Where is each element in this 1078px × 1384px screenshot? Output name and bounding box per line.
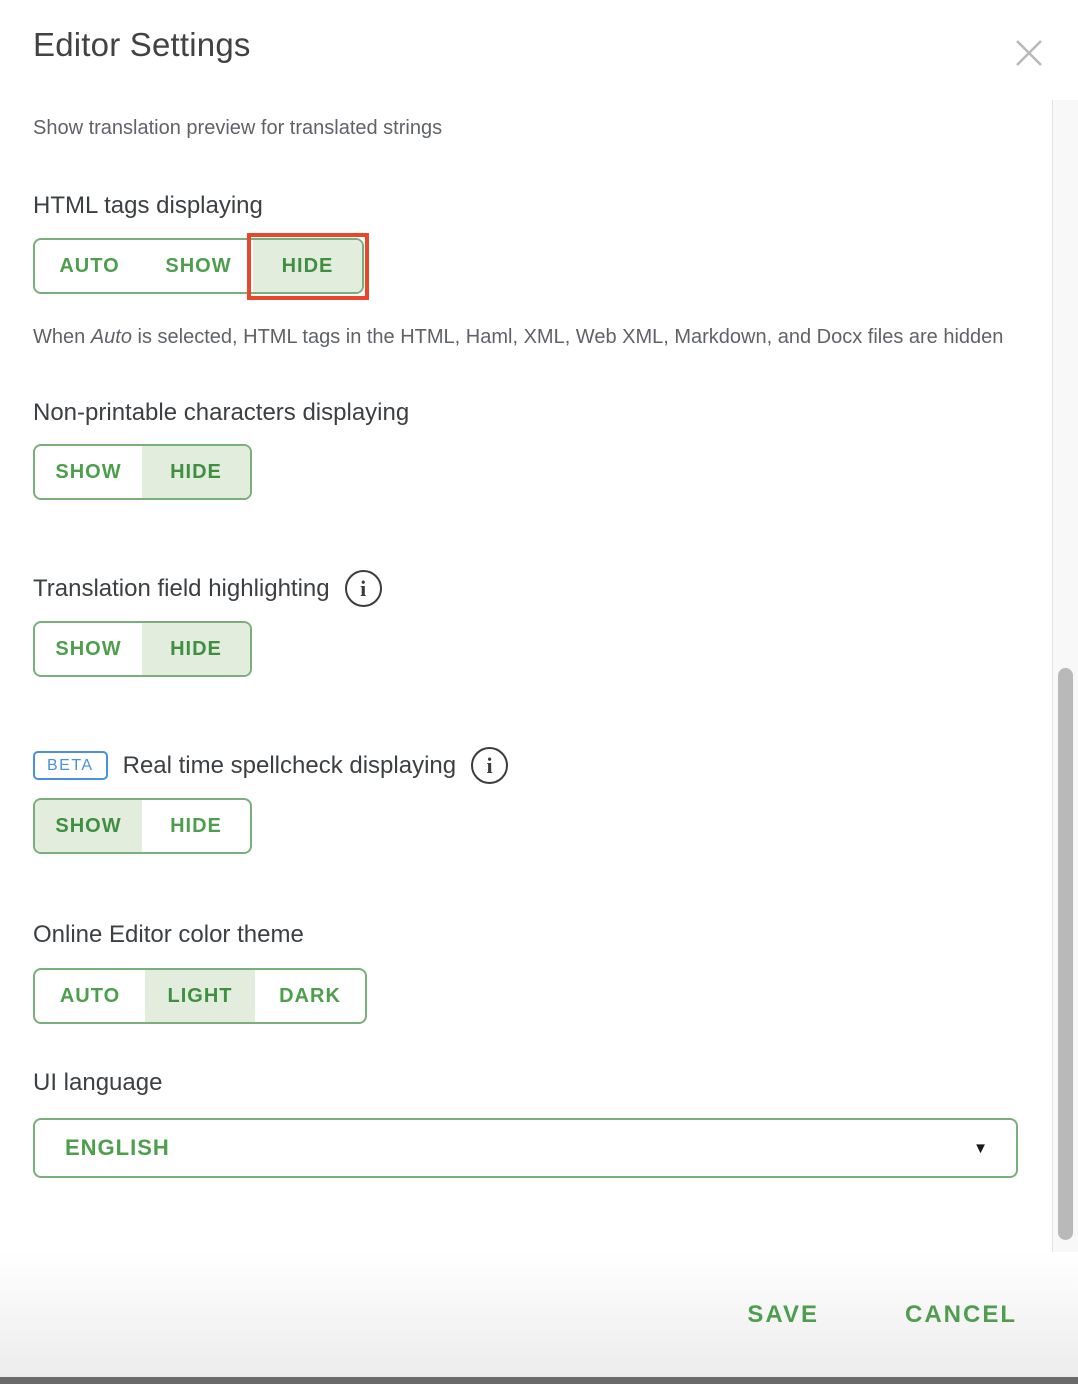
spellcheck-toggle: SHOW HIDE <box>33 798 252 854</box>
ui-language-value: ENGLISH <box>65 1135 170 1161</box>
field-highlighting-option-hide[interactable]: HIDE <box>142 623 250 675</box>
spellcheck-label: Real time spellcheck displaying <box>123 751 457 781</box>
translation-preview-text: Show translation preview for translated … <box>33 115 1012 141</box>
note-after: is selected, HTML tags in the HTML, Haml… <box>132 326 1003 348</box>
note-italic: Auto <box>91 326 132 348</box>
field-highlighting-row: Translation field highlighting i <box>33 570 1012 607</box>
html-tags-option-hide-label: HIDE <box>282 255 334 277</box>
non-printable-option-hide[interactable]: HIDE <box>142 446 250 498</box>
dialog-footer: SAVE CANCEL <box>0 1252 1078 1377</box>
color-theme-option-dark[interactable]: DARK <box>255 970 365 1022</box>
save-button[interactable]: SAVE <box>747 1301 819 1329</box>
color-theme-label: Online Editor color theme <box>33 920 1012 950</box>
html-tags-option-show[interactable]: SHOW <box>144 240 253 292</box>
non-printable-label: Non-printable characters displaying <box>33 398 1012 428</box>
non-printable-toggle: SHOW HIDE <box>33 444 252 500</box>
html-tags-note: When Auto is selected, HTML tags in the … <box>33 319 1012 355</box>
non-printable-option-show[interactable]: SHOW <box>35 446 142 498</box>
chevron-down-icon: ▼ <box>973 1141 988 1156</box>
close-button[interactable] <box>1010 34 1048 72</box>
dialog-scroll-area[interactable]: Show translation preview for translated … <box>0 100 1052 1252</box>
spellcheck-option-show[interactable]: SHOW <box>35 800 142 852</box>
dialog-header: Editor Settings <box>0 0 1078 100</box>
spellcheck-option-hide[interactable]: HIDE <box>142 800 250 852</box>
bottom-edge-strip <box>0 1377 1078 1384</box>
html-tags-toggle: AUTO SHOW HIDE <box>33 238 364 294</box>
html-tags-option-hide[interactable]: HIDE <box>253 240 362 292</box>
cancel-button[interactable]: CANCEL <box>905 1301 1017 1329</box>
scrollbar-thumb[interactable] <box>1058 668 1073 1240</box>
close-icon <box>1012 36 1046 70</box>
dialog-title: Editor Settings <box>33 26 251 64</box>
ui-language-label: UI language <box>33 1068 1012 1098</box>
field-highlighting-option-show[interactable]: SHOW <box>35 623 142 675</box>
color-theme-option-auto[interactable]: AUTO <box>35 970 145 1022</box>
field-highlighting-label: Translation field highlighting <box>33 574 330 604</box>
note-before: When <box>33 326 91 348</box>
beta-badge: BETA <box>33 751 108 780</box>
scrollbar-track[interactable] <box>1052 100 1078 1252</box>
info-icon[interactable]: i <box>345 570 382 607</box>
spellcheck-row: BETA Real time spellcheck displaying i <box>33 747 1012 784</box>
html-tags-option-auto[interactable]: AUTO <box>35 240 144 292</box>
color-theme-toggle: AUTO LIGHT DARK <box>33 968 367 1024</box>
info-icon[interactable]: i <box>471 747 508 784</box>
ui-language-select[interactable]: ENGLISH ▼ <box>33 1118 1018 1178</box>
field-highlighting-toggle: SHOW HIDE <box>33 621 252 677</box>
color-theme-option-light[interactable]: LIGHT <box>145 970 255 1022</box>
html-tags-label: HTML tags displaying <box>33 191 1012 221</box>
